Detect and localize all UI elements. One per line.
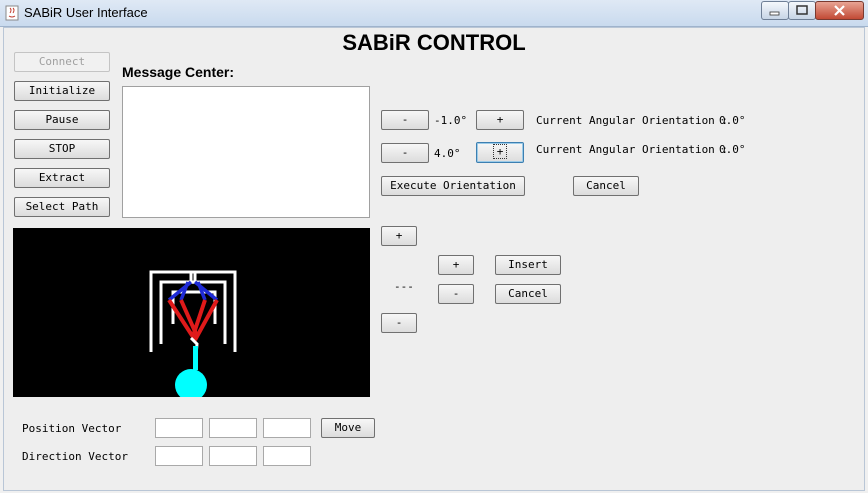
orientation-cancel-button[interactable]: Cancel (573, 176, 639, 196)
direction-y-field[interactable] (209, 446, 257, 466)
insertion-value: --- (394, 280, 414, 293)
insertion-inner-plus-button[interactable]: + (438, 255, 474, 275)
maximize-button[interactable] (788, 1, 816, 20)
message-center-label: Message Center: (122, 64, 235, 80)
minimize-button[interactable] (761, 1, 789, 20)
position-vector-label: Position Vector (22, 422, 122, 435)
needle-tip (175, 369, 207, 401)
robot-visualization-canvas (13, 228, 370, 401)
insertion-outer-minus-button[interactable]: - (381, 313, 417, 333)
orientation-2-value: 4.0° (434, 147, 461, 160)
direction-vector-label: Direction Vector (22, 450, 128, 463)
close-icon (834, 5, 845, 16)
maximize-icon (796, 5, 808, 15)
orientation-1-value: -1.0° (434, 114, 468, 127)
execute-orientation-button[interactable]: Execute Orientation (381, 176, 525, 196)
select-path-button[interactable]: Select Path (14, 197, 110, 217)
orientation-1-label: Current Angular Orientation : (536, 114, 729, 127)
orientation-2-plus-label: + (492, 144, 508, 159)
message-center-textarea[interactable] (122, 86, 370, 218)
move-button[interactable]: Move (321, 418, 375, 438)
minimize-icon (769, 11, 780, 16)
page-title: SABiR CONTROL (342, 30, 526, 55)
insertion-cancel-button[interactable]: Cancel (495, 284, 561, 304)
extract-button[interactable]: Extract (14, 168, 110, 188)
close-button[interactable] (815, 1, 864, 20)
orientation-2-label: Current Angular Orientation : (536, 143, 729, 156)
position-z-field[interactable] (263, 418, 311, 438)
title-bar: SABiR User Interface (0, 0, 868, 27)
direction-z-field[interactable] (263, 446, 311, 466)
window-title: SABiR User Interface (24, 5, 148, 20)
initialize-button[interactable]: Initialize (14, 81, 110, 101)
insertion-inner-minus-button[interactable]: - (438, 284, 474, 304)
pause-button[interactable]: Pause (14, 110, 110, 130)
orientation-2-current: 0.0° (719, 143, 746, 156)
orientation-2-plus-button[interactable]: + (476, 142, 524, 163)
orientation-1-current: 0.0° (719, 114, 746, 127)
orientation-1-minus-button[interactable]: - (381, 110, 429, 130)
insertion-outer-plus-button[interactable]: + (381, 226, 417, 246)
position-x-field[interactable] (155, 418, 203, 438)
orientation-2-minus-button[interactable]: - (381, 143, 429, 163)
needle-shaft (193, 346, 198, 370)
insert-button[interactable]: Insert (495, 255, 561, 275)
java-app-icon (5, 5, 19, 21)
lower-links (167, 298, 219, 342)
direction-x-field[interactable] (155, 446, 203, 466)
position-y-field[interactable] (209, 418, 257, 438)
orientation-1-plus-button[interactable]: + (476, 110, 524, 130)
stop-button[interactable]: STOP (14, 139, 110, 159)
connect-button[interactable]: Connect (14, 52, 110, 72)
robot-diagram (149, 270, 237, 401)
